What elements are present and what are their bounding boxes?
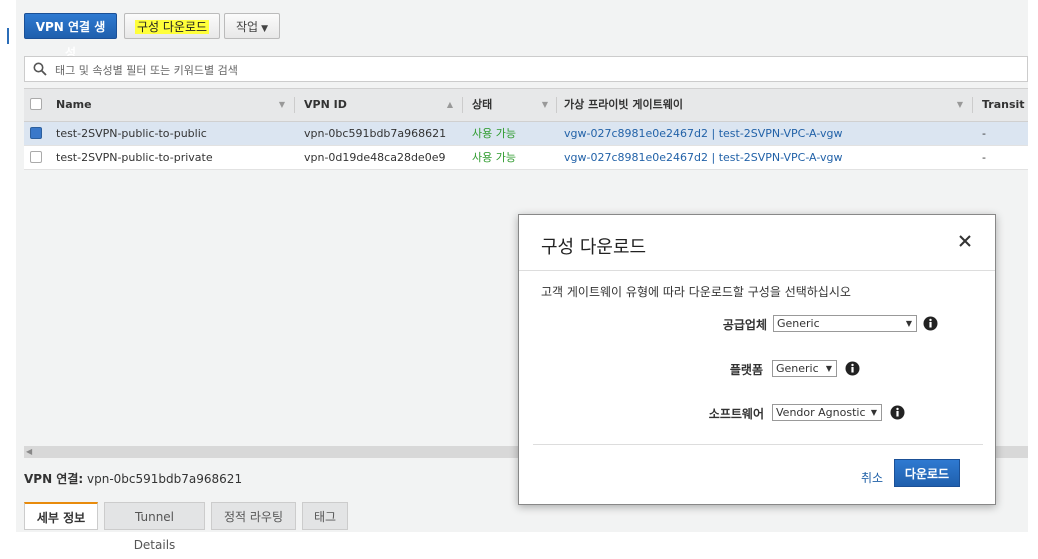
software-label: 소프트웨어 [708, 407, 764, 421]
info-icon[interactable] [923, 316, 938, 331]
sort-icon: ▼ [541, 100, 548, 109]
dropdown-arrow-icon: ▼ [870, 408, 877, 417]
detail-title: VPN 연결: vpn-0bc591bdb7a968621 [24, 470, 242, 487]
select-all-checkbox[interactable] [30, 98, 42, 110]
table-row[interactable]: test-2SVPN-public-to-public vpn-0bc591bd… [24, 122, 1028, 146]
column-header-transit-gateway[interactable]: Transit Ga [982, 89, 1028, 121]
dialog-divider [519, 270, 995, 271]
left-edge-marker [7, 28, 9, 44]
tab-details[interactable]: 세부 정보 [24, 502, 98, 530]
platform-select[interactable]: Generic ▼ [772, 360, 837, 377]
row-transit: - [982, 127, 986, 140]
vpn-connections-table: Name ▼ VPN ID ▲ 상태 ▼ 가상 프라이빗 게이트웨이 ▼ Transit… [24, 88, 1028, 170]
row-status: 사용 가능 [472, 127, 516, 140]
sort-ascending-icon: ▲ [446, 100, 453, 109]
close-icon[interactable] [957, 233, 973, 249]
column-header-vgw[interactable]: 가상 프라이빗 게이트웨이 ▼ [564, 89, 969, 121]
detail-value: vpn-0bc591bdb7a968621 [87, 472, 243, 486]
search-icon [33, 62, 47, 76]
row-vpn-id: vpn-0bc591bdb7a968621 [304, 127, 447, 140]
search-bar [24, 56, 1028, 82]
table-header: Name ▼ VPN ID ▲ 상태 ▼ 가상 프라이빗 게이트웨이 ▼ Transit… [24, 88, 1028, 122]
row-transit: - [982, 151, 986, 164]
actions-dropdown-button[interactable]: 작업 ▼ [224, 13, 280, 39]
platform-select-value: Generic [776, 362, 819, 375]
tab-static-routes[interactable]: 정적 라우팅 [211, 502, 296, 530]
tab-tags[interactable]: 태그 [302, 502, 348, 530]
download-configuration-button[interactable]: 구성 다운로드 [124, 13, 220, 39]
software-select-value: Vendor Agnostic [776, 406, 866, 419]
detail-label: VPN 연결: [24, 472, 84, 486]
toolbar: VPN 연결 생성 구성 다운로드 작업 ▼ [16, 0, 1028, 60]
row-name: test-2SVPN-public-to-private [56, 151, 213, 164]
row-status: 사용 가능 [472, 151, 516, 164]
platform-label: 플랫폼 [729, 363, 763, 377]
column-header-name[interactable]: Name ▼ [56, 89, 291, 121]
cancel-button[interactable]: 취소 [861, 469, 883, 486]
column-header-vpn-id[interactable]: VPN ID ▲ [304, 89, 459, 121]
dropdown-arrow-icon: ▼ [905, 319, 912, 328]
sort-icon: ▼ [278, 100, 285, 109]
chevron-down-icon: ▼ [261, 24, 268, 34]
column-header-status[interactable]: 상태 ▼ [472, 89, 554, 121]
download-configuration-label: 구성 다운로드 [134, 20, 210, 34]
search-input[interactable] [53, 59, 957, 81]
vendor-label: 공급업체 [722, 318, 767, 332]
info-icon[interactable] [845, 361, 860, 376]
download-configuration-dialog: 구성 다운로드 고객 게이트웨이 유형에 따라 다운로드할 구성을 선택하십시오… [518, 214, 996, 505]
sort-icon: ▼ [956, 100, 963, 109]
info-icon[interactable] [890, 405, 905, 420]
row-vpn-id: vpn-0d19de48ca28de0e9 [304, 151, 446, 164]
dropdown-arrow-icon: ▼ [825, 364, 832, 373]
dialog-footer-divider [533, 444, 983, 445]
dialog-description: 고객 게이트웨이 유형에 따라 다운로드할 구성을 선택하십시오 [541, 285, 851, 299]
row-vgw-link[interactable]: vgw-027c8981e0e2467d2 | test-2SVPN-VPC-A… [564, 122, 843, 145]
row-checkbox[interactable] [30, 151, 42, 163]
row-vgw-link[interactable]: vgw-027c8981e0e2467d2 | test-2SVPN-VPC-A… [564, 146, 843, 169]
vendor-select-value: Generic [777, 317, 820, 330]
tab-tunnel-details[interactable]: Tunnel Details [104, 502, 205, 552]
row-name: test-2SVPN-public-to-public [56, 127, 207, 140]
download-button[interactable]: 다운로드 [894, 459, 960, 487]
dialog-title: 구성 다운로드 [541, 237, 647, 258]
scroll-left-arrow-icon[interactable]: ◀ [26, 446, 32, 458]
create-vpn-connection-button[interactable]: VPN 연결 생성 [24, 13, 117, 60]
actions-label: 작업 [235, 20, 259, 34]
row-checkbox[interactable] [30, 127, 42, 139]
software-select[interactable]: Vendor Agnostic ▼ [772, 404, 882, 421]
vendor-select[interactable]: Generic ▼ [773, 315, 917, 332]
table-row[interactable]: test-2SVPN-public-to-private vpn-0d19de4… [24, 146, 1028, 170]
